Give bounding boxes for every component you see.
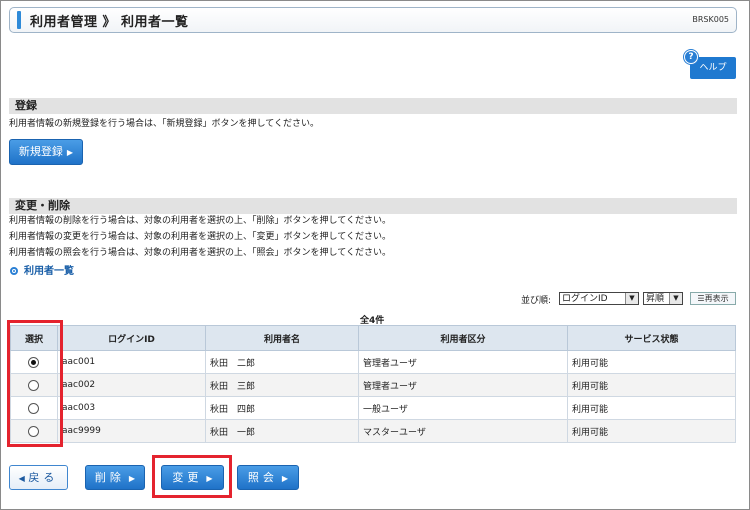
select-cell[interactable] [10,419,58,443]
sort-order-select[interactable]: 昇順 ▼ [643,292,683,305]
column-header-service-status: サービス状態 [567,325,736,351]
sort-field-select[interactable]: ログインID ▼ [559,292,639,305]
help-question-icon[interactable]: ? [684,50,698,64]
screen-id: BRSK005 [692,15,729,24]
user-type-cell: 一般ユーザ [358,396,568,420]
delete-button[interactable]: 削除 ▶ [85,465,145,490]
service-status-cell: 利用可能 [567,350,736,374]
sort-order-value: 昇順 [646,294,665,304]
user-name-cell: 秋田 二郎 [205,350,359,374]
service-status-cell: 利用可能 [567,396,736,420]
change-label: 変更 [172,471,203,484]
table-row[interactable]: aac9999 秋田 一郎 マスターユーザ 利用可能 [10,419,736,443]
new-registration-button[interactable]: 新規登録 ▶ [9,139,83,165]
login-id-cell: aac002 [57,373,206,397]
select-cell[interactable] [10,396,58,420]
column-header-user-name: 利用者名 [205,325,359,351]
new-registration-label: 新規登録 [18,145,63,158]
user-name-cell: 秋田 三郎 [205,373,359,397]
table-row[interactable]: aac001 秋田 二郎 管理者ユーザ 利用可能 [10,350,736,374]
user-name-cell: 秋田 四郎 [205,396,359,420]
row-radio[interactable] [28,425,39,437]
service-status-cell: 利用可能 [567,419,736,443]
page-title-bar: 利用者管理 》 利用者一覧 BRSK005 [9,7,737,33]
row-radio-selected[interactable] [28,356,39,368]
title-accent-bar [17,11,21,29]
triangle-left-icon: ◀ [18,474,25,483]
user-type-cell: 管理者ユーザ [358,373,568,397]
triangle-right-icon: ▶ [281,474,289,483]
column-header-select: 選択 [10,325,58,351]
select-cell[interactable] [10,373,58,397]
user-list-subheading: 利用者一覧 [10,262,74,277]
user-table: 選択 ログインID 利用者名 利用者区分 サービス状態 aac001 秋田 二郎… [10,325,736,443]
service-status-cell: 利用可能 [567,373,736,397]
login-id-cell: aac003 [57,396,206,420]
change-button[interactable]: 変更 ▶ [161,465,224,490]
column-header-user-type: 利用者区分 [358,325,568,351]
delete-label: 削除 [94,471,125,484]
inquiry-button[interactable]: 照会 ▶ [237,465,299,490]
register-section-heading: 登録 [9,98,737,114]
redisplay-button[interactable]: ☰再表示 [690,292,736,305]
list-icon: ☰ [697,294,705,303]
user-type-cell: 管理者ユーザ [358,350,568,374]
table-row[interactable]: aac003 秋田 四郎 一般ユーザ 利用可能 [10,396,736,420]
login-id-cell: aac9999 [57,419,206,443]
user-type-cell: マスターユーザ [358,419,568,443]
table-row[interactable]: aac002 秋田 三郎 管理者ユーザ 利用可能 [10,373,736,397]
row-radio[interactable] [28,379,39,391]
circle-bullet-icon [10,267,18,275]
user-list-subheading-label: 利用者一覧 [24,266,74,277]
triangle-right-icon: ▶ [66,148,74,157]
chevron-down-icon: ▼ [625,293,638,304]
table-header-row: 選択 ログインID 利用者名 利用者区分 サービス状態 [10,325,736,351]
sort-label: 並び順: [521,296,552,306]
row-radio[interactable] [28,402,39,414]
triangle-right-icon: ▶ [206,474,213,483]
login-id-cell: aac001 [57,350,206,374]
inquiry-description: 利用者情報の照会を行う場合は、対象の利用者を選択の上、「照会」ボタンを押してくだ… [9,248,391,258]
select-cell[interactable] [10,350,58,374]
page-title: 利用者管理 》 利用者一覧 [30,15,189,30]
redisplay-label: 再表示 [704,294,729,303]
back-label: 戻る [28,471,59,484]
register-description: 利用者情報の新規登録を行う場合は、「新規登録」ボタンを押してください。 [9,119,319,129]
sort-field-value: ログインID [562,294,608,304]
triangle-right-icon: ▶ [128,474,136,483]
column-header-login-id: ログインID [57,325,206,351]
change-description: 利用者情報の変更を行う場合は、対象の利用者を選択の上、「変更」ボタンを押してくだ… [9,232,391,242]
chevron-down-icon: ▼ [669,293,682,304]
delete-description: 利用者情報の削除を行う場合は、対象の利用者を選択の上、「削除」ボタンを押してくだ… [9,216,391,226]
back-button[interactable]: ◀ 戻る [9,465,68,490]
user-name-cell: 秋田 一郎 [205,419,359,443]
modify-section-heading: 変更・削除 [9,198,737,214]
inquiry-label: 照会 [247,471,278,484]
